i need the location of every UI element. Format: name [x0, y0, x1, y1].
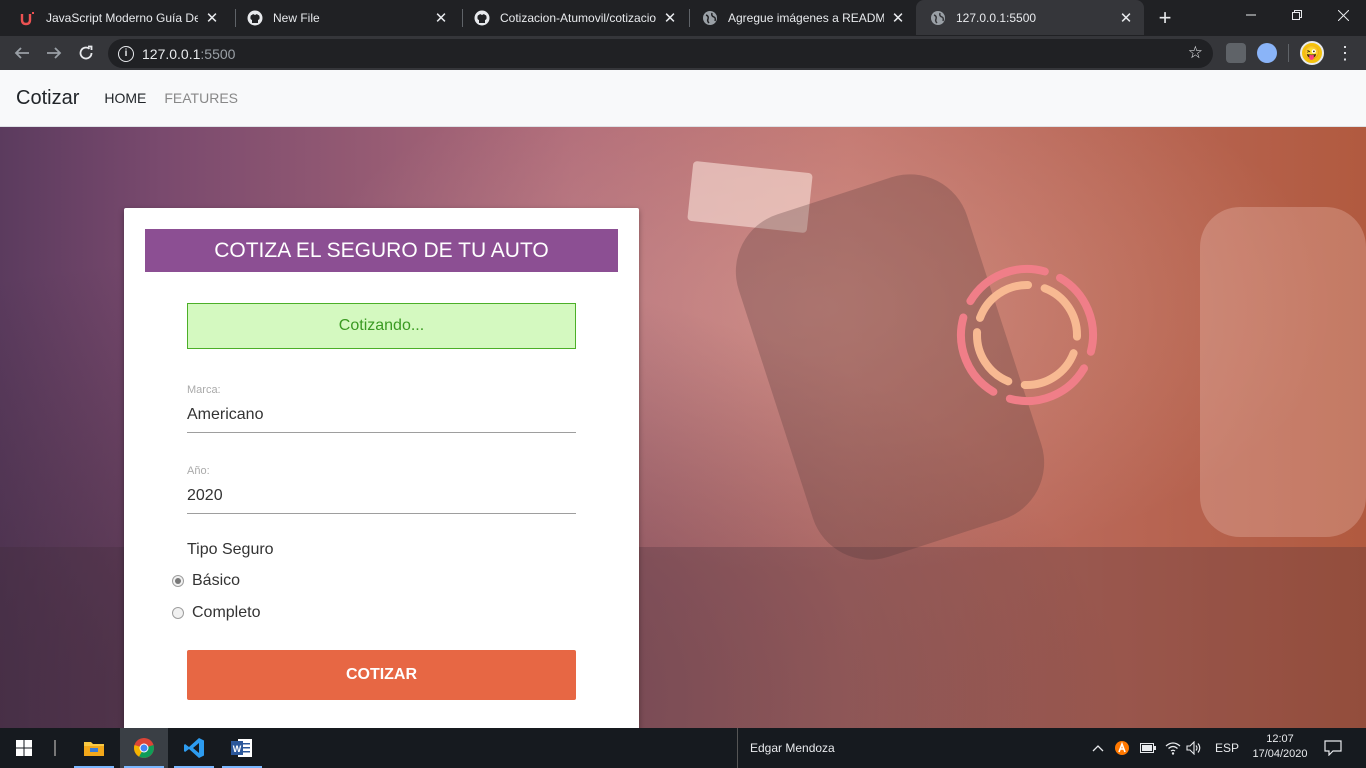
- radio-basico[interactable]: Básico: [172, 572, 240, 590]
- browser-tab-active[interactable]: 127.0.0.1:5500 ✕: [916, 0, 1144, 35]
- anio-label: Año:: [187, 465, 210, 477]
- forward-icon[interactable]: [41, 40, 67, 66]
- bookmark-star-icon[interactable]: ☆: [1188, 43, 1203, 63]
- udemy-icon: [20, 10, 36, 26]
- radio-label: Básico: [192, 572, 241, 589]
- close-tab-icon[interactable]: ✕: [1118, 10, 1134, 27]
- file-explorer-icon[interactable]: [70, 728, 118, 768]
- browser-toolbar: i 127.0.0.1:5500 ☆ 😜 ⋮: [0, 36, 1366, 70]
- wifi-icon[interactable]: [1165, 728, 1181, 768]
- toolbar-divider: [1288, 44, 1289, 62]
- site-info-icon[interactable]: i: [118, 45, 134, 62]
- nav-link-home[interactable]: HOME: [104, 90, 146, 106]
- globe-icon: [702, 10, 718, 26]
- profile-avatar-icon[interactable]: 😜: [1300, 41, 1324, 65]
- browser-tab-strip: JavaScript Moderno Guía Definitiva ✕ New…: [0, 0, 1366, 36]
- word-icon[interactable]: W: [218, 728, 266, 768]
- nav-link-features[interactable]: FEATURES: [164, 90, 238, 106]
- tab-title: New File: [273, 10, 320, 25]
- browser-tab[interactable]: Agregue imágenes a README.md ✕: [688, 0, 916, 35]
- github-icon: [474, 10, 490, 26]
- close-tab-icon[interactable]: ✕: [433, 10, 449, 27]
- hero-background: COTIZA EL SEGURO DE TU AUTO Cotizando...…: [0, 127, 1366, 728]
- extension-icon[interactable]: [1226, 43, 1246, 63]
- globe-icon: [930, 10, 946, 26]
- browser-tab[interactable]: Cotizacion-Atumovil/cotizacion ✕: [460, 0, 688, 35]
- chrome-menu-icon[interactable]: ⋮: [1336, 43, 1354, 63]
- status-message: Cotizando...: [187, 303, 576, 349]
- extension-icon[interactable]: [1257, 43, 1277, 63]
- address-url: 127.0.0.1:5500: [142, 45, 236, 62]
- language-indicator[interactable]: ESP: [1215, 728, 1239, 768]
- avast-icon[interactable]: [1114, 728, 1130, 768]
- browser-tab[interactable]: JavaScript Moderno Guía Definitiva ✕: [6, 0, 230, 35]
- tab-title: 127.0.0.1:5500: [956, 10, 1037, 25]
- minimize-icon[interactable]: [1228, 0, 1274, 30]
- close-window-icon[interactable]: [1320, 0, 1366, 30]
- notifications-icon[interactable]: [1324, 728, 1342, 768]
- taskbar-clock[interactable]: 12:07 17/04/2020: [1240, 732, 1320, 762]
- windows-start-icon[interactable]: [0, 728, 48, 768]
- tab-title: Agregue imágenes a README.md: [728, 10, 884, 25]
- close-tab-icon[interactable]: ✕: [204, 10, 220, 27]
- svg-text:W: W: [233, 744, 242, 754]
- show-hidden-icons-icon[interactable]: [1092, 728, 1104, 768]
- tab-title: Cotizacion-Atumovil/cotizacion: [500, 10, 656, 25]
- task-view-icon[interactable]: [54, 740, 56, 756]
- cotizar-button[interactable]: COTIZAR: [187, 650, 576, 700]
- quote-form-card: COTIZA EL SEGURO DE TU AUTO Cotizando...…: [124, 208, 639, 728]
- vscode-icon[interactable]: [170, 728, 218, 768]
- back-icon[interactable]: [9, 40, 35, 66]
- chrome-taskbar-icon[interactable]: [120, 728, 168, 768]
- loading-spinner-icon: [957, 265, 1097, 405]
- tab-title: JavaScript Moderno Guía Definitiva: [46, 10, 198, 25]
- radio-button-checked[interactable]: [172, 575, 184, 587]
- form-title: COTIZA EL SEGURO DE TU AUTO: [145, 229, 618, 272]
- anio-select[interactable]: 2020: [187, 487, 576, 514]
- marca-label: Marca:: [187, 384, 221, 396]
- github-icon: [247, 10, 263, 26]
- battery-icon[interactable]: [1140, 728, 1156, 768]
- radio-button[interactable]: [172, 607, 184, 619]
- marca-select[interactable]: Americano: [187, 406, 576, 433]
- windows-taskbar: W Edgar Mendoza ESP 12:07 17/04/2020: [0, 728, 1366, 768]
- radio-label: Completo: [192, 604, 261, 621]
- close-tab-icon[interactable]: ✕: [890, 10, 906, 27]
- taskbar-user-name[interactable]: Edgar Mendoza: [737, 728, 835, 768]
- clock-date: 17/04/2020: [1252, 748, 1308, 760]
- new-tab-icon[interactable]: +: [1152, 5, 1178, 31]
- radio-completo[interactable]: Completo: [172, 604, 260, 622]
- address-bar[interactable]: i 127.0.0.1:5500 ☆: [108, 39, 1213, 68]
- reload-icon[interactable]: [73, 40, 99, 66]
- bags-shape: [1200, 207, 1366, 537]
- browser-tab[interactable]: New File ✕: [233, 0, 459, 35]
- web-page: Cotizar HOME FEATURES COTIZA EL SEGURO D…: [0, 70, 1366, 728]
- tipo-seguro-label: Tipo Seguro: [187, 541, 274, 558]
- clock-time: 12:07: [1266, 733, 1294, 745]
- restore-icon[interactable]: [1274, 0, 1320, 30]
- volume-icon[interactable]: [1186, 728, 1202, 768]
- close-tab-icon[interactable]: ✕: [662, 10, 678, 27]
- site-navbar: Cotizar HOME FEATURES: [0, 70, 1366, 127]
- site-brand[interactable]: Cotizar: [16, 87, 79, 110]
